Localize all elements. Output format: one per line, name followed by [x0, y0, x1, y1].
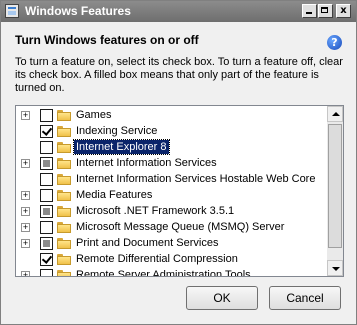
- feature-label[interactable]: Internet Information Services: [74, 156, 219, 170]
- maximize-button[interactable]: [318, 4, 333, 18]
- feature-checkbox[interactable]: [40, 237, 53, 250]
- feature-checkbox[interactable]: [40, 269, 53, 276]
- windows-features-dialog: Windows Features x Turn Windows features…: [0, 0, 357, 325]
- feature-label[interactable]: Media Features: [74, 188, 154, 202]
- scroll-down-arrow-icon[interactable]: [327, 260, 343, 276]
- feature-checkbox[interactable]: [40, 205, 53, 218]
- features-list: + Games Indexing Service Internet Explorer …: [16, 107, 328, 276]
- dialog-heading: Turn Windows features on or off: [15, 33, 199, 47]
- feature-row[interactable]: + Microsoft Message Queue (MSMQ) Server: [16, 219, 328, 235]
- feature-label[interactable]: Internet Explorer 8: [73, 139, 170, 155]
- feature-label[interactable]: Remote Differential Compression: [74, 252, 240, 266]
- feature-checkbox[interactable]: [40, 253, 53, 266]
- feature-label[interactable]: Games: [74, 108, 113, 122]
- expand-plus-icon[interactable]: +: [21, 239, 30, 248]
- feature-row[interactable]: + Games: [16, 107, 328, 123]
- folder-icon: [57, 126, 71, 137]
- feature-row[interactable]: Indexing Service: [16, 123, 328, 139]
- feature-checkbox[interactable]: [40, 157, 53, 170]
- expand-plus-icon[interactable]: +: [21, 159, 30, 168]
- feature-label[interactable]: Microsoft Message Queue (MSMQ) Server: [74, 220, 286, 234]
- feature-checkbox[interactable]: [40, 173, 53, 186]
- scroll-thumb[interactable]: [328, 124, 342, 248]
- close-button[interactable]: x: [336, 4, 351, 18]
- features-tree[interactable]: + Games Indexing Service Internet Explorer …: [15, 105, 344, 277]
- feature-checkbox[interactable]: [40, 189, 53, 202]
- expand-plus-icon[interactable]: +: [21, 207, 30, 216]
- expand-plus-icon[interactable]: +: [21, 271, 30, 276]
- feature-label[interactable]: Print and Document Services: [74, 236, 220, 250]
- expand-plus-icon[interactable]: +: [21, 111, 30, 120]
- feature-row[interactable]: Internet Explorer 8: [16, 139, 328, 155]
- folder-icon: [57, 174, 71, 185]
- feature-checkbox[interactable]: [40, 109, 53, 122]
- feature-label[interactable]: Microsoft .NET Framework 3.5.1: [74, 204, 236, 218]
- feature-row[interactable]: Internet Information Services Hostable W…: [16, 171, 328, 187]
- folder-icon: [57, 254, 71, 265]
- vertical-scrollbar[interactable]: [327, 106, 343, 276]
- feature-row[interactable]: + Internet Information Services: [16, 155, 328, 171]
- feature-row[interactable]: + Media Features: [16, 187, 328, 203]
- feature-label[interactable]: Internet Information Services Hostable W…: [74, 172, 317, 186]
- ok-button[interactable]: OK: [186, 286, 258, 310]
- folder-icon: [57, 270, 71, 276]
- window-title: Windows Features: [25, 4, 131, 18]
- scroll-up-arrow-icon[interactable]: [327, 106, 343, 122]
- expand-plus-icon[interactable]: +: [21, 223, 30, 232]
- expand-plus-icon[interactable]: +: [21, 191, 30, 200]
- feature-row[interactable]: Remote Differential Compression: [16, 251, 328, 267]
- folder-icon: [57, 158, 71, 169]
- feature-checkbox[interactable]: [40, 141, 53, 154]
- folder-icon: [57, 142, 71, 153]
- cancel-button[interactable]: Cancel: [269, 286, 341, 310]
- feature-checkbox[interactable]: [40, 125, 53, 138]
- feature-label[interactable]: Indexing Service: [74, 124, 159, 138]
- folder-icon: [57, 206, 71, 217]
- feature-checkbox[interactable]: [40, 221, 53, 234]
- window-app-icon: [5, 4, 19, 18]
- folder-icon: [57, 238, 71, 249]
- feature-row[interactable]: + Remote Server Administration Tools: [16, 267, 328, 276]
- folder-icon: [57, 110, 71, 121]
- feature-row[interactable]: + Microsoft .NET Framework 3.5.1: [16, 203, 328, 219]
- folder-icon: [57, 222, 71, 233]
- help-icon[interactable]: ?: [327, 35, 342, 50]
- feature-label[interactable]: Remote Server Administration Tools: [74, 268, 253, 276]
- title-bar[interactable]: Windows Features x: [1, 1, 356, 22]
- folder-icon: [57, 190, 71, 201]
- minimize-button[interactable]: [302, 4, 317, 18]
- instructions-text: To turn a feature on, select its check b…: [15, 56, 343, 94]
- feature-row[interactable]: + Print and Document Services: [16, 235, 328, 251]
